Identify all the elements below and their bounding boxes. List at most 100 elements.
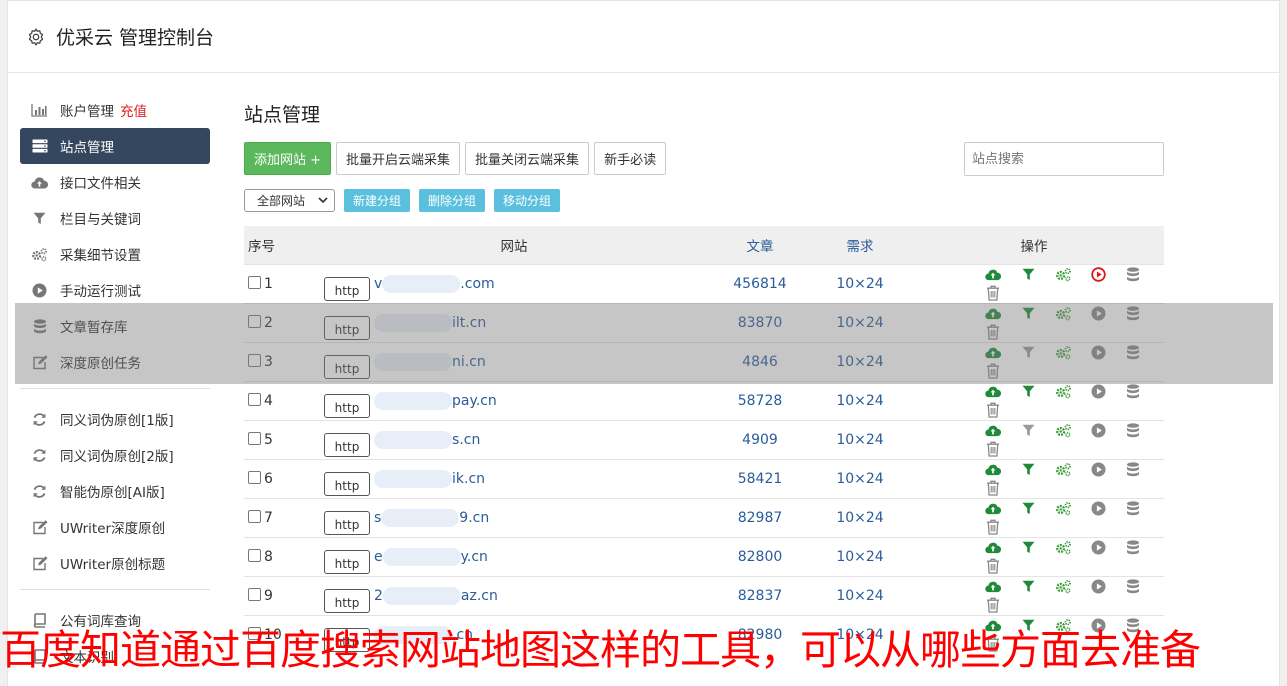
cogs-icon[interactable] <box>1054 539 1072 557</box>
demand-value[interactable]: 10×24 <box>816 420 904 459</box>
cogs-icon[interactable] <box>1054 266 1072 284</box>
article-count[interactable]: 4909 <box>704 420 816 459</box>
sidebar-item[interactable]: 智能伪原创[AI版] <box>20 473 210 509</box>
article-count[interactable]: 82837 <box>704 576 816 615</box>
site-search-input[interactable] <box>964 142 1164 176</box>
http-badge[interactable]: http <box>324 549 370 574</box>
site-link[interactable]: pay.cn <box>374 391 497 410</box>
row-number: 1 <box>264 275 273 292</box>
http-badge[interactable]: http <box>324 588 370 613</box>
database-icon[interactable] <box>1124 461 1142 479</box>
article-count[interactable]: 82987 <box>704 498 816 537</box>
play-circle-icon[interactable] <box>1089 500 1107 518</box>
delete-group-button[interactable]: 删除分组 <box>419 188 486 212</box>
site-link[interactable]: 2 az.cn <box>374 586 498 605</box>
filter-icon[interactable] <box>1019 578 1037 596</box>
cloud-upload-icon[interactable] <box>984 461 1002 479</box>
trash-icon[interactable] <box>984 401 1002 419</box>
database-icon[interactable] <box>1124 266 1142 284</box>
sidebar-item[interactable]: 站点管理 <box>20 128 210 164</box>
row-checkbox[interactable] <box>248 548 261 562</box>
play-circle-icon[interactable] <box>1089 578 1107 596</box>
row-checkbox[interactable] <box>248 431 261 445</box>
filter-icon[interactable] <box>1019 266 1037 284</box>
sidebar-item[interactable]: 同义词伪原创[2版] <box>20 437 210 473</box>
row-checkbox[interactable] <box>248 587 261 601</box>
beginner-guide-button[interactable]: 新手必读 <box>594 141 667 175</box>
play-circle-icon[interactable] <box>1089 383 1107 401</box>
database-icon[interactable] <box>1124 500 1142 518</box>
sidebar-item[interactable]: 账户管理 充值 <box>20 92 210 128</box>
row-checkbox[interactable] <box>248 275 261 289</box>
add-site-button[interactable]: 添加网站 + <box>244 141 332 175</box>
demand-value[interactable]: 10×24 <box>816 498 904 537</box>
cogs-icon[interactable] <box>1054 461 1072 479</box>
play-circle-icon[interactable] <box>1089 461 1107 479</box>
database-icon[interactable] <box>1124 383 1142 401</box>
demand-value[interactable]: 10×24 <box>816 381 904 420</box>
article-count[interactable]: 58728 <box>704 381 816 420</box>
sidebar-item[interactable]: UWriter原创标题 <box>20 545 210 581</box>
http-badge[interactable]: http <box>324 432 370 457</box>
http-badge[interactable]: http <box>324 276 370 301</box>
batch-disable-cloud-button[interactable]: 批量关闭云端采集 <box>465 141 590 175</box>
site-link[interactable]: v .com <box>374 274 495 293</box>
sidebar-item[interactable]: 采集细节设置 <box>20 236 210 272</box>
trash-icon[interactable] <box>984 284 1002 302</box>
site-link[interactable]: s.cn <box>374 430 480 449</box>
site-link[interactable]: e y.cn <box>374 547 488 566</box>
http-badge[interactable]: http <box>324 510 370 535</box>
sidebar-item[interactable]: 栏目与关键词 <box>20 200 210 236</box>
trash-icon[interactable] <box>984 557 1002 575</box>
row-checkbox[interactable] <box>248 470 261 484</box>
demand-value[interactable]: 10×24 <box>816 537 904 576</box>
article-count[interactable]: 82800 <box>704 537 816 576</box>
article-count[interactable]: 58421 <box>704 459 816 498</box>
database-icon[interactable] <box>1124 539 1142 557</box>
http-badge[interactable]: http <box>324 471 370 496</box>
cogs-icon[interactable] <box>1054 500 1072 518</box>
cogs-icon[interactable] <box>1054 578 1072 596</box>
new-group-button[interactable]: 新建分组 <box>344 188 411 212</box>
demand-value[interactable]: 10×24 <box>816 459 904 498</box>
play-circle-icon[interactable] <box>1089 266 1107 284</box>
sidebar-item[interactable]: UWriter深度原创 <box>20 509 210 545</box>
batch-enable-cloud-button[interactable]: 批量开启云端采集 <box>336 141 461 175</box>
row-checkbox[interactable] <box>248 509 261 523</box>
filter-icon[interactable] <box>1019 539 1037 557</box>
database-icon[interactable] <box>1124 422 1142 440</box>
filter-icon[interactable] <box>1019 383 1037 401</box>
trash-icon[interactable] <box>984 479 1002 497</box>
cogs-icon[interactable] <box>1054 422 1072 440</box>
filter-icon[interactable] <box>1019 422 1037 440</box>
sidebar-item[interactable]: 同义词伪原创[1版] <box>20 401 210 437</box>
demand-value[interactable]: 10×24 <box>816 576 904 615</box>
recharge-link[interactable]: 充值 <box>120 100 147 120</box>
filter-icon[interactable] <box>1019 500 1037 518</box>
site-link[interactable]: s 9.cn <box>374 508 489 527</box>
cogs-icon[interactable] <box>1054 383 1072 401</box>
row-checkbox[interactable] <box>248 392 261 406</box>
database-icon[interactable] <box>1124 578 1142 596</box>
cloud-upload-icon[interactable] <box>984 578 1002 596</box>
demand-value[interactable]: 10×24 <box>816 264 904 303</box>
http-badge[interactable]: http <box>324 393 370 418</box>
trash-icon[interactable] <box>984 596 1002 614</box>
cloud-upload-icon[interactable] <box>984 422 1002 440</box>
cloud-upload-icon[interactable] <box>984 266 1002 284</box>
gray-overlay <box>15 303 1273 384</box>
trash-icon[interactable] <box>984 440 1002 458</box>
move-group-button[interactable]: 移动分组 <box>494 188 561 212</box>
site-link[interactable]: ik.cn <box>374 469 485 488</box>
sidebar-item[interactable]: 接口文件相关 <box>20 164 210 200</box>
table-row: 4 http pay.cn 58728 10×24 <box>244 381 1164 420</box>
cloud-upload-icon[interactable] <box>984 500 1002 518</box>
play-circle-icon[interactable] <box>1089 422 1107 440</box>
play-circle-icon[interactable] <box>1089 539 1107 557</box>
cloud-upload-icon[interactable] <box>984 383 1002 401</box>
group-select[interactable]: 全部网站 <box>244 188 335 212</box>
cloud-upload-icon[interactable] <box>984 539 1002 557</box>
trash-icon[interactable] <box>984 518 1002 536</box>
article-count[interactable]: 456814 <box>704 264 816 303</box>
filter-icon[interactable] <box>1019 461 1037 479</box>
